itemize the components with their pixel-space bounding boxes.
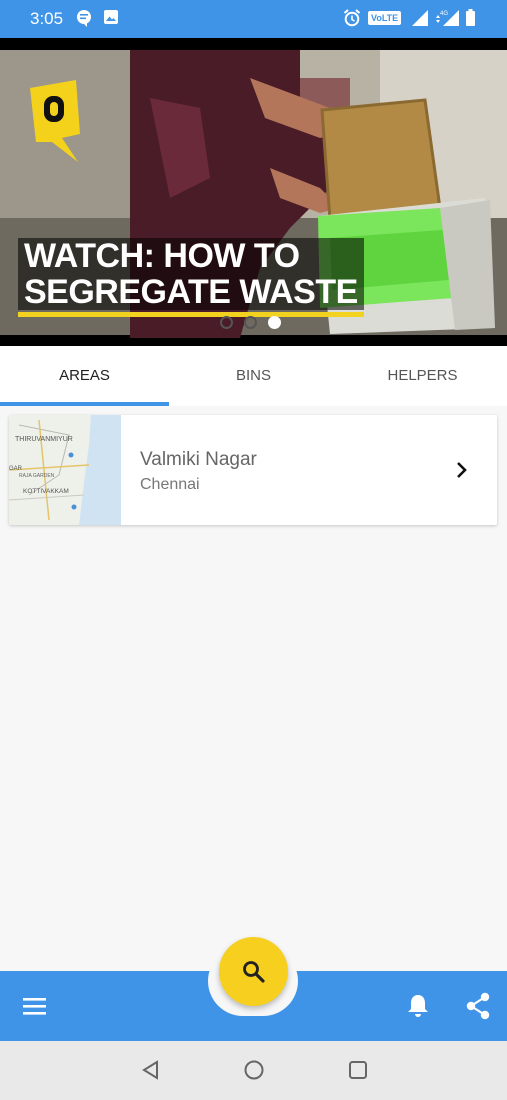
carousel-dot[interactable] xyxy=(220,316,233,329)
caption-line-1: WATCH: HOW TO xyxy=(18,238,364,274)
svg-text:KOTTIVAKKAM: KOTTIVAKKAM xyxy=(23,488,69,495)
tab-bar: AREAS BINS HELPERS xyxy=(0,346,507,406)
alarm-icon xyxy=(343,9,361,32)
volte-icon: VoLTE xyxy=(368,11,402,25)
chat-notification-icon xyxy=(76,9,92,32)
battery-icon xyxy=(465,9,476,32)
banner-carousel[interactable]: WATCH: HOW TO SEGREGATE WASTE xyxy=(0,38,507,346)
area-card[interactable]: THIRUVANMIYUR KOTTIVAKKAM RAJA GARDEN GA… xyxy=(9,415,497,525)
tab-helpers[interactable]: HELPERS xyxy=(338,346,507,406)
4g-signal-icon: 4G xyxy=(434,9,462,32)
status-time: 3:05 xyxy=(30,9,64,28)
carousel-dot[interactable] xyxy=(244,316,257,329)
svg-text:THIRUVANMIYUR: THIRUVANMIYUR xyxy=(15,436,73,443)
area-city: Chennai xyxy=(140,476,200,493)
area-name: Valmiki Nagar xyxy=(140,449,257,470)
carousel-dot-active[interactable] xyxy=(268,316,281,329)
signal-icon xyxy=(411,9,429,32)
svg-text:RAJA GARDEN: RAJA GARDEN xyxy=(19,473,55,479)
system-nav-bar xyxy=(0,1041,507,1100)
svg-text:GAR: GAR xyxy=(9,466,23,472)
image-notification-icon xyxy=(103,9,119,30)
tab-indicator xyxy=(0,402,169,406)
back-icon[interactable] xyxy=(140,1059,162,1086)
search-fab-button[interactable] xyxy=(219,937,288,1006)
tab-bins[interactable]: BINS xyxy=(169,346,338,406)
recents-icon[interactable] xyxy=(347,1059,369,1086)
svg-text:4G: 4G xyxy=(440,11,448,17)
caption-underline xyxy=(18,312,364,317)
share-icon[interactable] xyxy=(465,992,491,1025)
tab-areas-label: AREAS xyxy=(59,367,110,384)
map-thumbnail: THIRUVANMIYUR KOTTIVAKKAM RAJA GARDEN GA… xyxy=(9,415,121,525)
home-icon[interactable] xyxy=(243,1059,265,1086)
status-bar: 3:05 VoLTE 4G xyxy=(0,0,507,38)
caption-line-2: SEGREGATE WASTE xyxy=(18,274,364,310)
tab-areas[interactable]: AREAS xyxy=(0,346,169,406)
banner-caption: WATCH: HOW TO SEGREGATE WASTE xyxy=(18,238,364,317)
bell-icon[interactable] xyxy=(406,993,430,1024)
tab-bins-label: BINS xyxy=(235,367,271,384)
search-icon xyxy=(243,961,265,983)
chevron-right-icon[interactable] xyxy=(455,460,469,485)
menu-icon[interactable] xyxy=(22,995,48,1022)
tab-helpers-label: HELPERS xyxy=(387,367,458,384)
